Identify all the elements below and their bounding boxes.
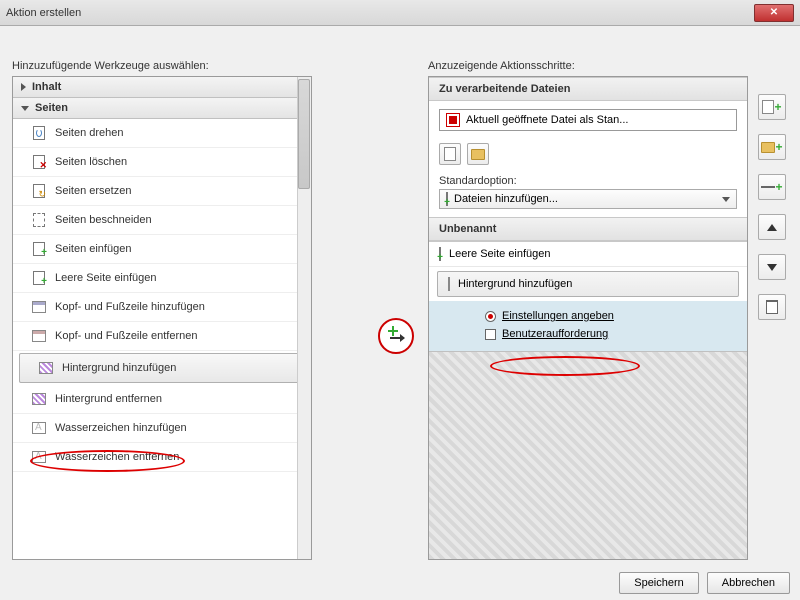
tool-delete[interactable]: Seiten löschen (13, 148, 311, 177)
standard-option-dropdown[interactable]: Dateien hinzufügen... (439, 189, 737, 209)
blank-page-icon (31, 270, 47, 286)
move-up-button[interactable] (758, 214, 786, 240)
chevron-right-icon (21, 83, 26, 91)
open-folder-button[interactable] (467, 143, 489, 165)
header-footer-remove-icon (31, 328, 47, 344)
triangle-down-icon (767, 264, 777, 271)
add-files-icon (446, 193, 448, 205)
tool-bg-add[interactable]: Hintergrund hinzufügen (19, 353, 305, 383)
new-file-icon (444, 147, 456, 161)
insert-icon (31, 241, 47, 257)
tool-insert[interactable]: Seiten einfügen (13, 235, 311, 264)
files-header: Zu verarbeitende Dateien (429, 77, 747, 101)
scrollbar-thumb[interactable] (298, 79, 310, 189)
delete-icon (31, 154, 47, 170)
tool-hf-remove[interactable]: Kopf- und Fußzeile entfernen (13, 322, 311, 351)
window-title: Aktion erstellen (6, 7, 754, 19)
arrow-right-icon (390, 337, 404, 339)
move-down-button[interactable] (758, 254, 786, 280)
tool-crop[interactable]: Seiten beschneiden (13, 206, 311, 235)
group-content-label: Inhalt (32, 81, 61, 93)
tools-panel: Inhalt Seiten Seiten drehen Seiten lösch… (12, 76, 312, 560)
trash-icon (766, 300, 778, 314)
empty-drop-area[interactable] (429, 352, 747, 559)
tool-wm-add[interactable]: Wasserzeichen hinzufügen (13, 414, 311, 443)
background-add-icon (38, 360, 54, 376)
current-file-row[interactable]: Aktuell geöffnete Datei als Stan... (439, 109, 737, 131)
cancel-button[interactable]: Abbrechen (707, 572, 790, 594)
step-blank-page[interactable]: Leere Seite einfügen (429, 242, 747, 267)
dropdown-arrow-icon (722, 197, 730, 202)
option-prompt[interactable]: Benutzeraufforderung (485, 325, 737, 343)
folder-icon (471, 149, 485, 160)
standard-option-value: Dateien hinzufügen... (454, 193, 558, 205)
watermark-remove-icon (31, 449, 47, 465)
step-bg-add[interactable]: Hintergrund hinzufügen (437, 271, 739, 297)
option-settings-label[interactable]: Einstellungen angeben (502, 310, 614, 322)
plus-icon (388, 326, 398, 336)
tool-replace[interactable]: Seiten ersetzen (13, 177, 311, 206)
plus-icon: + (775, 180, 782, 194)
title-bar: Aktion erstellen ✕ (0, 0, 800, 26)
plus-icon: + (774, 100, 781, 114)
checkbox-icon[interactable] (485, 329, 496, 340)
plus-icon: + (775, 140, 782, 154)
pdf-icon (446, 113, 460, 127)
step-options: Einstellungen angeben Benutzeraufforderu… (429, 301, 747, 352)
new-file-button[interactable] (439, 143, 461, 165)
close-button[interactable]: ✕ (754, 4, 794, 22)
add-files-side-button[interactable]: + (758, 94, 786, 120)
tool-bg-remove[interactable]: Hintergrund entfernen (13, 385, 311, 414)
current-file-label: Aktuell geöffnete Datei als Stan... (466, 114, 628, 126)
folder-icon (761, 142, 775, 153)
crop-icon (31, 212, 47, 228)
tools-tree[interactable]: Inhalt Seiten Seiten drehen Seiten lösch… (13, 77, 311, 559)
radio-checked-icon[interactable] (485, 311, 496, 322)
tool-rotate[interactable]: Seiten drehen (13, 119, 311, 148)
tool-wm-remove[interactable]: Wasserzeichen entfernen (13, 443, 311, 472)
add-step-button[interactable] (378, 318, 414, 354)
replace-icon (31, 183, 47, 199)
steps-panel: Zu verarbeitende Dateien Aktuell geöffne… (428, 76, 748, 560)
tool-hf-add[interactable]: Kopf- und Fußzeile hinzufügen (13, 293, 311, 322)
group-pages-label: Seiten (35, 102, 68, 114)
group-content[interactable]: Inhalt (13, 77, 311, 98)
scrollbar[interactable] (297, 77, 311, 559)
option-settings[interactable]: Einstellungen angeben (485, 307, 737, 325)
background-add-icon (448, 278, 450, 290)
header-footer-add-icon (31, 299, 47, 315)
standard-option-label: Standardoption: (439, 175, 737, 187)
add-folder-side-button[interactable]: + (758, 134, 786, 160)
right-column-label: Anzuzeigende Aktionsschritte: (428, 60, 575, 72)
blank-page-icon (439, 248, 441, 260)
file-icon (762, 100, 774, 114)
group-name-header[interactable]: Unbenannt (429, 217, 747, 241)
rotate-icon (31, 125, 47, 141)
background-remove-icon (31, 391, 47, 407)
left-column-label: Hinzuzufügende Werkzeuge auswählen: (12, 60, 209, 72)
chevron-down-icon (21, 106, 29, 111)
option-prompt-label[interactable]: Benutzeraufforderung (502, 328, 608, 340)
triangle-up-icon (767, 224, 777, 231)
tool-blank[interactable]: Leere Seite einfügen (13, 264, 311, 293)
save-button[interactable]: Speichern (619, 572, 699, 594)
add-divider-side-button[interactable]: + (758, 174, 786, 200)
divider-icon (761, 186, 775, 188)
delete-step-button[interactable] (758, 294, 786, 320)
group-pages[interactable]: Seiten (13, 98, 311, 119)
watermark-add-icon (31, 420, 47, 436)
